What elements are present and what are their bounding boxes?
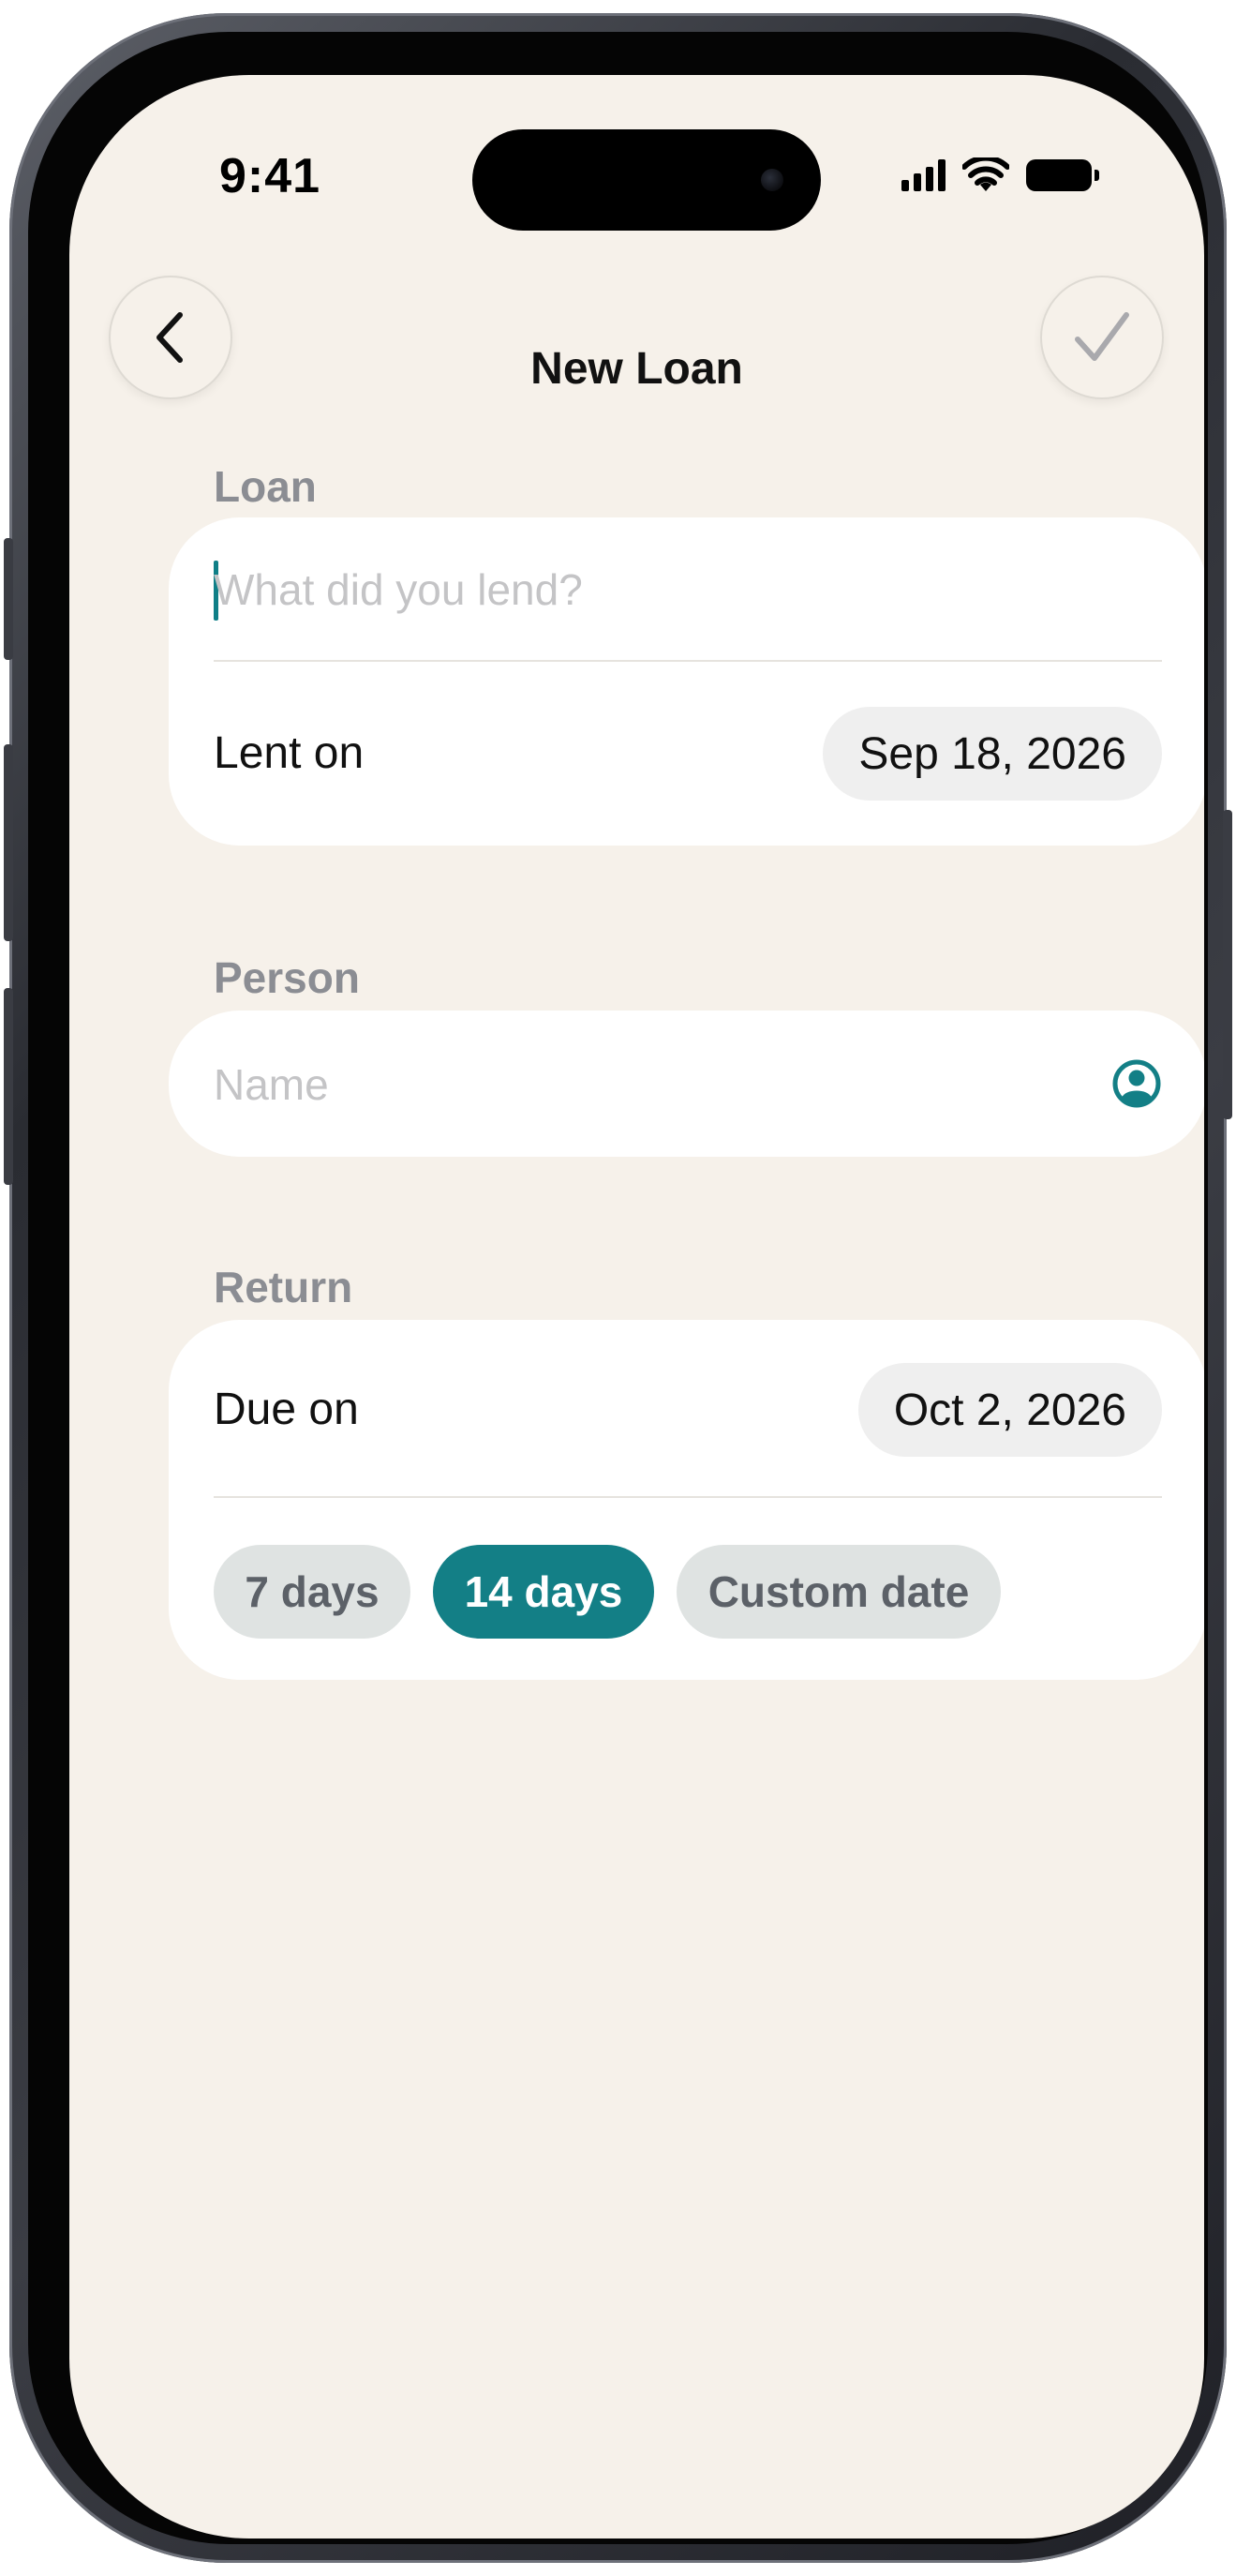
action-button xyxy=(4,538,13,660)
battery-icon xyxy=(1026,159,1099,191)
person-circle-icon[interactable] xyxy=(1111,1058,1162,1109)
divider xyxy=(214,660,1162,662)
person-card: Name xyxy=(169,1011,1204,1157)
volume-up-button xyxy=(4,744,13,941)
name-input[interactable]: Name xyxy=(214,1059,329,1110)
section-label-loan: Loan xyxy=(214,462,317,511)
preset-chip-custom-date[interactable]: Custom date xyxy=(677,1545,1001,1639)
item-input[interactable]: What did you lend? xyxy=(214,564,583,615)
dynamic-island xyxy=(472,129,821,231)
return-card: Due on Oct 2, 2026 7 days 14 days Custom… xyxy=(169,1320,1204,1680)
front-camera-icon xyxy=(761,169,783,191)
volume-down-button xyxy=(4,988,13,1185)
due-on-date-button[interactable]: Oct 2, 2026 xyxy=(857,1363,1162,1457)
section-label-person: Person xyxy=(214,953,360,1002)
divider xyxy=(214,1496,1162,1498)
screen: 9:41 New Loan Loan What did you lend? Le… xyxy=(69,75,1204,2539)
lent-on-date-button[interactable]: Sep 18, 2026 xyxy=(823,707,1162,801)
checkmark-icon xyxy=(1075,312,1129,361)
wifi-icon xyxy=(962,157,1009,191)
bezel: 9:41 New Loan Loan What did you lend? Le… xyxy=(28,32,1208,2544)
save-button[interactable] xyxy=(1040,276,1164,399)
lent-on-label: Lent on xyxy=(214,728,365,778)
loan-card: What did you lend? Lent on Sep 18, 2026 xyxy=(169,517,1204,846)
status-time: 9:41 xyxy=(219,149,321,203)
section-label-return: Return xyxy=(214,1263,353,1311)
preset-chip-7-days[interactable]: 7 days xyxy=(214,1545,410,1639)
preset-chip-14-days[interactable]: 14 days xyxy=(433,1545,654,1639)
power-button xyxy=(1223,810,1232,1119)
due-on-label: Due on xyxy=(214,1385,359,1434)
phone-frame: 9:41 New Loan Loan What did you lend? Le… xyxy=(4,13,1232,2563)
page-title: New Loan xyxy=(530,344,743,394)
status-icons xyxy=(901,157,1099,193)
cellular-signal-icon xyxy=(901,159,946,191)
